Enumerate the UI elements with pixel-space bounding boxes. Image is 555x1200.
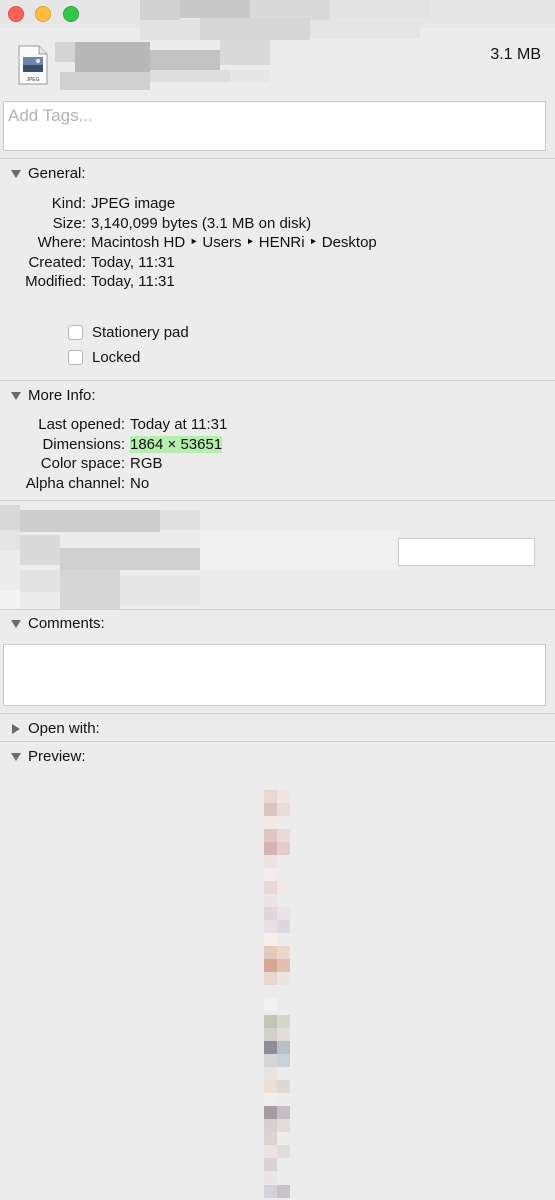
- created-value: Today, 11:31: [91, 253, 175, 271]
- comments-text-area[interactable]: [3, 644, 546, 706]
- alpha-channel-value: No: [130, 474, 150, 492]
- comments-section-toggle[interactable]: Comments:: [10, 615, 105, 632]
- divider: [0, 380, 555, 381]
- last-opened-label: Last opened:: [38, 416, 125, 433]
- divider: [0, 158, 555, 159]
- divider: [0, 500, 555, 501]
- color-space-label: Color space:: [40, 455, 125, 472]
- jpeg-file-icon: JPEG: [18, 45, 48, 85]
- modified-value: Today, 11:31: [91, 273, 175, 290]
- disclosure-triangle-right-icon: [12, 723, 20, 734]
- minimize-button[interactable]: [35, 6, 51, 22]
- dimensions-label: Dimensions:: [42, 435, 125, 453]
- kind-value: JPEG image: [91, 195, 176, 212]
- name-extension-field[interactable]: [398, 538, 535, 566]
- dimensions-value: 1864 × 53651: [130, 435, 223, 453]
- tags-field-container: [3, 101, 546, 151]
- more-info: Last opened: Dimensions: Color space: Al…: [0, 415, 228, 493]
- disclosure-triangle-down-icon: [11, 752, 21, 761]
- file-size-label: 3.1 MB: [490, 46, 541, 63]
- last-opened-value: Today at 11:31: [130, 416, 228, 433]
- where-label: Where:: [37, 234, 86, 251]
- comments-section-title: Comments:: [28, 615, 105, 632]
- divider: [0, 741, 555, 742]
- kind-label: Kind:: [51, 195, 86, 212]
- divider: [0, 713, 555, 714]
- locked-checkbox[interactable]: Locked: [68, 349, 140, 366]
- color-space-value: RGB: [130, 455, 163, 472]
- locked-label: Locked: [92, 349, 141, 366]
- svg-text:JPEG: JPEG: [26, 77, 39, 83]
- disclosure-triangle-down-icon: [11, 391, 21, 400]
- size-value: 3,140,099 bytes (3.1 MB on disk): [91, 214, 312, 232]
- size-label: Size:: [52, 214, 86, 232]
- preview-section-title: Preview:: [28, 748, 86, 765]
- open-with-section-title: Open with:: [28, 720, 100, 737]
- stationery-pad-label: Stationery pad: [92, 324, 189, 341]
- created-label: Created:: [28, 253, 86, 271]
- general-info: Kind: Size: Where: Created: Modified: JP…: [0, 194, 377, 292]
- general-section-title: General:: [28, 165, 86, 182]
- alpha-channel-label: Alpha channel:: [25, 474, 125, 492]
- disclosure-triangle-down-icon: [11, 619, 21, 628]
- close-button[interactable]: [8, 6, 24, 22]
- stationery-pad-checkbox[interactable]: Stationery pad: [68, 324, 189, 341]
- preview-section-toggle[interactable]: Preview:: [10, 748, 86, 765]
- stationery-pad-box[interactable]: [68, 325, 83, 340]
- more-info-section-title: More Info:: [28, 387, 96, 404]
- where-value: Macintosh HD ‣ Users ‣ HENRi ‣ Desktop: [91, 234, 377, 251]
- open-with-section-toggle[interactable]: Open with:: [10, 720, 100, 737]
- disclosure-triangle-down-icon: [11, 169, 21, 178]
- locked-box[interactable]: [68, 350, 83, 365]
- general-section-toggle[interactable]: General:: [10, 165, 86, 182]
- divider: [0, 609, 555, 610]
- add-tags-input[interactable]: [4, 102, 532, 130]
- more-info-section-toggle[interactable]: More Info:: [10, 387, 96, 404]
- modified-label: Modified:: [25, 273, 86, 290]
- zoom-button[interactable]: [63, 6, 79, 22]
